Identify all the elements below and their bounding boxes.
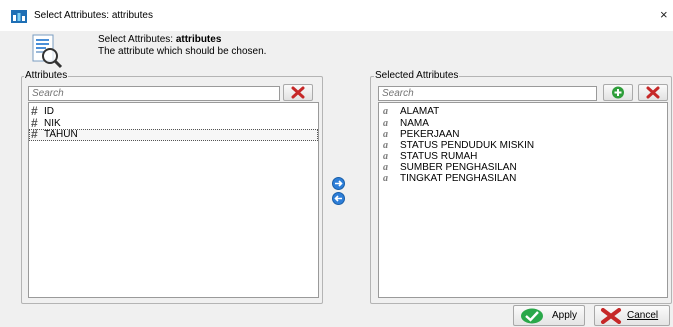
- apply-button[interactable]: Apply: [513, 305, 585, 326]
- numeric-attribute-icon: #: [31, 127, 38, 141]
- cancel-label: Cancel: [627, 310, 659, 321]
- attributes-list[interactable]: # ID # NIK # TAHUN: [28, 102, 319, 298]
- attribute-label: TINGKAT PENGHASILAN: [400, 173, 517, 184]
- apply-label: Apply: [552, 310, 578, 321]
- add-attribute-button[interactable]: [603, 84, 633, 101]
- app-icon: [11, 10, 27, 23]
- arrow-left-icon: [334, 195, 342, 202]
- arrow-right-icon: [335, 180, 343, 187]
- list-item[interactable]: # ID: [29, 105, 318, 118]
- selected-attributes-panel-title: Selected Attributes: [374, 70, 460, 81]
- select-attributes-icon: [32, 34, 63, 69]
- list-item[interactable]: a TINGKAT PENGHASILAN: [379, 173, 667, 185]
- title-bar: Select Attributes: attributes ×: [0, 0, 673, 31]
- clear-icon: [646, 86, 660, 99]
- list-item[interactable]: # TAHUN: [29, 127, 318, 141]
- clear-attributes-search-button[interactable]: [283, 84, 313, 101]
- attributes-panel-title: Attributes: [24, 70, 69, 81]
- clear-selected-search-button[interactable]: [638, 84, 668, 101]
- header-attribute-name: attributes: [175, 34, 222, 45]
- window-title: Select Attributes: attributes: [34, 10, 153, 21]
- attribute-label: ID: [44, 106, 54, 117]
- plus-icon: [612, 86, 624, 99]
- list-item[interactable]: a ALAMAT: [379, 106, 667, 118]
- close-window-button[interactable]: ×: [660, 7, 668, 22]
- attribute-label: TAHUN: [44, 129, 78, 140]
- nominal-attribute-icon: a: [383, 106, 388, 117]
- clear-icon: [291, 86, 305, 99]
- attributes-search-input[interactable]: [28, 86, 280, 101]
- cancel-icon: [601, 308, 621, 324]
- header-title: Select Attributes: attributes: [98, 34, 222, 45]
- selected-attributes-list[interactable]: a ALAMAT a NAMA a PEKERJAAN a STATUS PEN…: [378, 102, 668, 298]
- check-icon: [521, 308, 543, 324]
- remove-from-selected-button[interactable]: [332, 192, 345, 205]
- cancel-button[interactable]: Cancel: [594, 305, 670, 326]
- add-to-selected-button[interactable]: [332, 177, 345, 190]
- attribute-label: ALAMAT: [400, 106, 440, 117]
- nominal-attribute-icon: a: [383, 173, 388, 184]
- selected-attributes-search-input[interactable]: [378, 86, 597, 101]
- header-description: The attribute which should be chosen.: [98, 46, 267, 57]
